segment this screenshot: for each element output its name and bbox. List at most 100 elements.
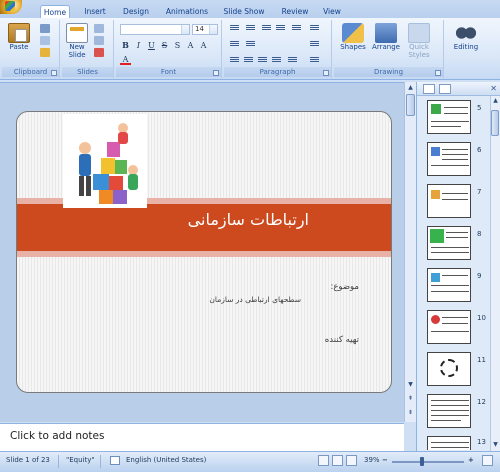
shadow-icon[interactable]: S [172, 40, 183, 51]
columns-icon[interactable] [286, 56, 298, 66]
italic-icon[interactable]: I [133, 40, 144, 51]
slide-show-icon[interactable] [346, 455, 357, 466]
slide-canvas[interactable]: ارتباطات سازمانی موضوع: سطحهای ارتباطی د… [16, 111, 392, 393]
paragraph-launcher[interactable] [323, 70, 329, 76]
office-logo-icon [5, 1, 15, 11]
office-button[interactable] [0, 0, 22, 14]
slide-editing-pane[interactable]: ارتباطات سازمانی موضوع: سطحهای ارتباطی د… [0, 82, 404, 422]
prepared-by-label[interactable]: تهیه کننده [325, 335, 359, 345]
tab-view[interactable]: View [318, 5, 346, 18]
drawing-launcher[interactable] [435, 70, 441, 76]
increase-indent-icon[interactable] [274, 24, 286, 34]
quick-styles-button[interactable]: Quick Styles [404, 23, 434, 59]
zoom-slider-thumb[interactable] [420, 457, 424, 466]
slide-thumbnail[interactable] [427, 100, 471, 134]
slide-title[interactable]: ارتباطات سازمانی [188, 210, 309, 229]
paste-button[interactable]: Paste [6, 23, 32, 51]
reset-icon[interactable] [94, 36, 104, 45]
close-icon[interactable]: ✕ [490, 84, 497, 93]
rtl-icon[interactable] [228, 40, 240, 50]
slide-thumbnail[interactable] [427, 184, 471, 218]
align-right-icon[interactable] [256, 56, 268, 66]
align-left-icon[interactable] [228, 56, 240, 66]
subject-label[interactable]: موضوع: [331, 282, 360, 292]
clipboard-launcher[interactable] [51, 70, 57, 76]
scroll-down-icon[interactable]: ▼ [491, 440, 500, 449]
scroll-thumb[interactable] [406, 94, 415, 116]
ltr-icon[interactable] [244, 40, 256, 50]
align-center-icon[interactable] [242, 56, 254, 66]
arrange-label: Arrange [372, 43, 400, 51]
tab-review[interactable]: Review [276, 5, 314, 18]
copy-icon[interactable] [40, 36, 50, 45]
slide-thumbnail[interactable] [427, 142, 471, 176]
shapes-button[interactable]: Shapes [338, 23, 368, 51]
tab-outline-icon[interactable] [439, 84, 451, 94]
underline-icon[interactable]: U [146, 40, 157, 51]
tab-animations[interactable]: Animations [162, 5, 212, 18]
zoom-level[interactable]: 39% [364, 456, 380, 464]
layout-icon[interactable] [94, 24, 104, 33]
zoom-slider[interactable] [392, 461, 464, 463]
slide-number: 8 [477, 230, 482, 238]
zoom-out-icon[interactable]: − [382, 456, 388, 464]
line-spacing-icon[interactable] [290, 24, 302, 34]
editing-scrollbar[interactable]: ▲ ▼ ⇞ ⇟ [404, 82, 416, 422]
language[interactable]: English (United States) [126, 456, 206, 464]
new-slide-button[interactable]: New Slide [64, 23, 90, 59]
bullets-icon[interactable] [228, 24, 240, 34]
smartart-icon[interactable] [308, 56, 320, 66]
tab-design[interactable]: Design [120, 5, 152, 18]
editing-button[interactable]: Editing [450, 23, 482, 51]
slide-number: 13 [477, 438, 486, 446]
previous-slide-icon[interactable]: ⇞ [406, 394, 415, 403]
quick-styles-icon [408, 23, 430, 43]
next-slide-icon[interactable]: ⇟ [406, 408, 415, 417]
change-case-icon[interactable]: A [198, 40, 209, 51]
bold-icon[interactable]: B [120, 40, 131, 51]
slide-thumbnail[interactable] [427, 394, 471, 428]
scroll-up-icon[interactable]: ▲ [406, 83, 415, 92]
quick-styles-label-2: Styles [408, 51, 430, 59]
font-family-combo[interactable] [120, 24, 190, 35]
fit-to-window-icon[interactable] [482, 455, 493, 466]
slide-thumbnail[interactable] [427, 436, 471, 450]
slide-thumbnail[interactable] [427, 226, 471, 260]
zoom-in-icon[interactable]: + [468, 456, 474, 464]
spelling-icon[interactable] [110, 456, 120, 465]
format-painter-icon[interactable] [40, 48, 50, 57]
delete-slide-icon[interactable] [94, 48, 104, 57]
tab-slides-icon[interactable] [423, 84, 435, 94]
status-bar: Slide 1 of 23 "Equity" English (United S… [0, 451, 500, 472]
thumbnail-scroll-thumb[interactable] [491, 110, 499, 136]
slide-counter: Slide 1 of 23 [6, 456, 50, 464]
kids-blocks-clipart[interactable] [63, 114, 147, 208]
tab-slide-show[interactable]: Slide Show [220, 5, 268, 18]
normal-view-icon[interactable] [318, 455, 329, 466]
subject-value[interactable]: سطحهای ارتباطی در سازمان [209, 295, 301, 304]
slide-thumbnail[interactable] [427, 268, 471, 302]
numbering-icon[interactable] [244, 24, 256, 34]
align-text-icon[interactable] [308, 40, 320, 50]
justify-icon[interactable] [270, 56, 282, 66]
scroll-down-icon[interactable]: ▼ [406, 380, 415, 389]
cut-icon[interactable] [40, 24, 50, 33]
slide-thumbnail[interactable] [427, 352, 471, 386]
slide-sorter-icon[interactable] [332, 455, 343, 466]
tab-insert[interactable]: Insert [80, 5, 110, 18]
scroll-up-icon[interactable]: ▲ [491, 96, 500, 105]
notes-placeholder[interactable]: Click to add notes [10, 430, 104, 442]
decrease-indent-icon[interactable] [260, 24, 272, 34]
text-direction-icon[interactable] [308, 24, 320, 34]
font-color-icon[interactable]: A [120, 54, 131, 65]
font-launcher[interactable] [213, 70, 219, 76]
tab-home[interactable]: Home [40, 5, 70, 18]
font-size-combo[interactable]: 14 [192, 24, 218, 35]
notes-pane[interactable]: Click to add notes [0, 423, 404, 451]
drawing-label: Drawing [334, 67, 443, 77]
strikethrough-icon[interactable]: S [159, 40, 170, 51]
char-spacing-icon[interactable]: A [185, 40, 196, 51]
arrange-button[interactable]: Arrange [370, 23, 402, 51]
slide-thumbnail[interactable] [427, 310, 471, 344]
thumbnail-scrollbar[interactable]: ▲ ▼ [490, 96, 500, 451]
